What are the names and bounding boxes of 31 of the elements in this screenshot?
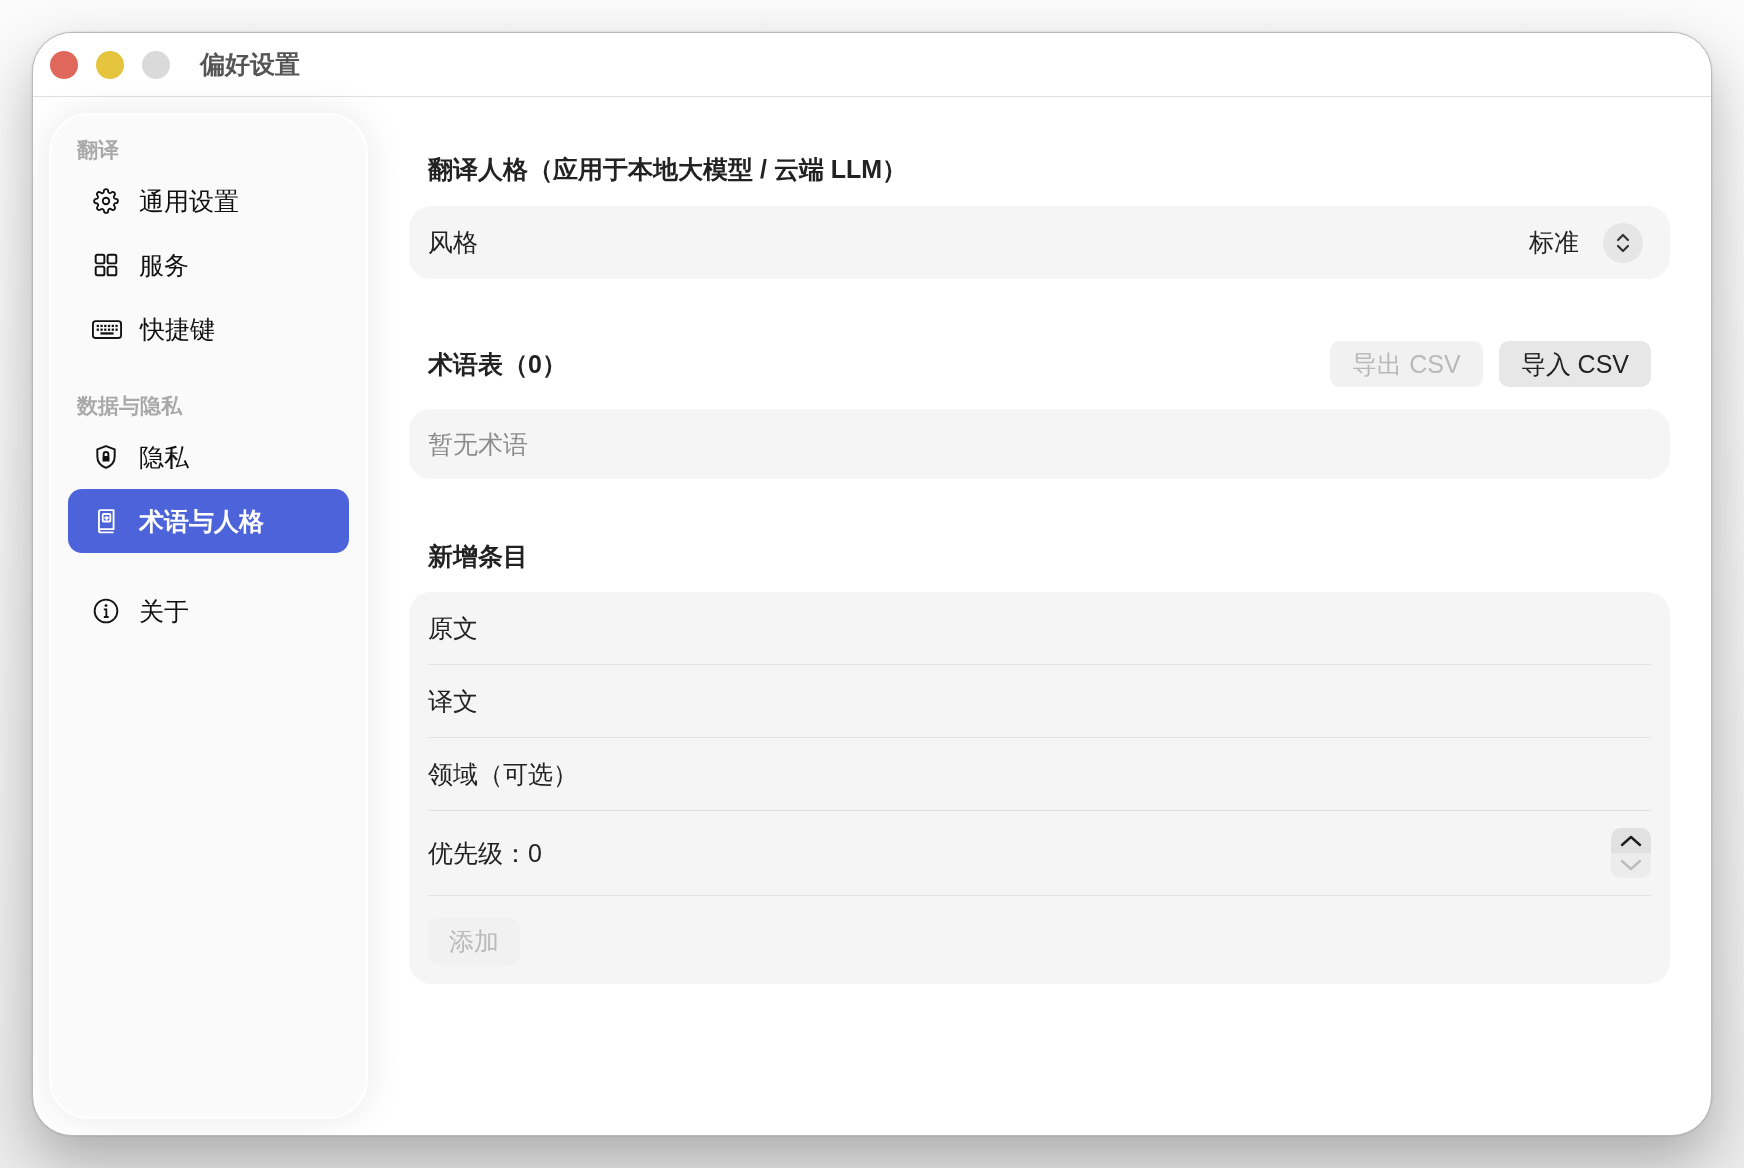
sidebar-item[interactable]: 关于 [68, 579, 349, 643]
sidebar-item[interactable]: 术语与人格 [68, 489, 349, 553]
sidebar-item[interactable]: 通用设置 [68, 169, 349, 233]
action-button[interactable]: 导入 CSV [1498, 341, 1651, 387]
grid-icon [93, 252, 119, 278]
window-title: 偏好设置 [200, 49, 300, 80]
shield-lock-icon [93, 444, 119, 470]
section-heading: 术语表（0） [428, 349, 567, 380]
text-field[interactable]: 领域（可选） [428, 738, 1651, 811]
sidebar-item[interactable]: 服务 [68, 233, 349, 297]
empty-message: 暂无术语 [428, 428, 528, 460]
stepper-label: 优先级：0 [428, 837, 542, 869]
chevron-down-icon [1619, 859, 1643, 872]
info-icon [93, 598, 119, 624]
minimize-button[interactable] [96, 50, 124, 79]
section-heading: 新增条目 [427, 541, 529, 572]
sidebar-item[interactable]: 快捷键 [68, 297, 349, 361]
close-button[interactable] [50, 50, 78, 79]
section-heading: 翻译人格（应用于本地大模型 / 云端 LLM） [427, 154, 909, 185]
sidebar-section-title: 翻译 [76, 138, 120, 162]
field-label: 风格 [428, 227, 478, 258]
text-field[interactable]: 译文 [428, 665, 1651, 738]
keyboard-icon [92, 319, 122, 339]
chevron-up-icon [1619, 834, 1643, 847]
style-picker[interactable]: 标准 [1529, 222, 1643, 263]
sidebar-item[interactable]: 隐私 [68, 425, 349, 489]
increment-button[interactable] [1611, 828, 1651, 853]
gear-icon [93, 188, 119, 214]
sidebar-section-title: 数据与隐私 [75, 394, 184, 418]
text-field[interactable]: 原文 [428, 592, 1651, 665]
chevron-up-down-icon [1603, 222, 1643, 263]
